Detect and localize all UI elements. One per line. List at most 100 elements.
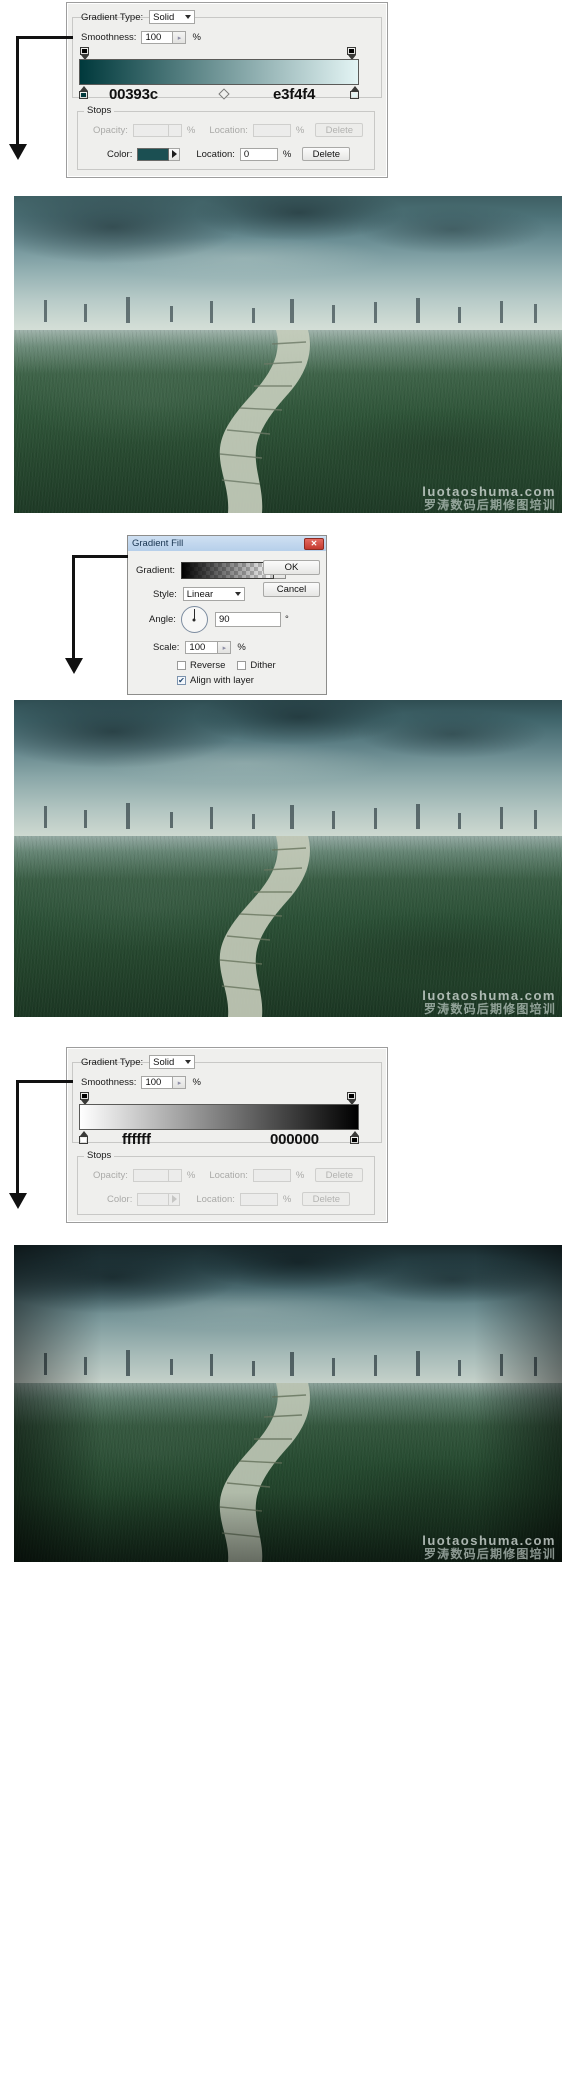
triangle-right-icon — [171, 150, 177, 158]
smoothness-percent: % — [192, 32, 201, 43]
location-label-2: Location: — [196, 148, 235, 160]
annotation-arrow-2 — [65, 555, 132, 695]
arrow-head-down-icon — [9, 144, 27, 160]
gf-style-select[interactable]: Linear — [182, 587, 245, 601]
photo-distant-posts — [14, 292, 562, 334]
annotation-arrow-1 — [9, 36, 76, 176]
color-stop-head — [350, 1136, 359, 1144]
smoothness-input[interactable]: 100 — [141, 1076, 174, 1089]
color-label: Color: — [107, 1193, 133, 1205]
annotation-arrow-3 — [9, 1080, 76, 1225]
arrow-segment-vertical — [16, 36, 19, 146]
color-stop-chip — [352, 1138, 357, 1142]
delete-color-stop-button[interactable]: Delete — [302, 147, 351, 161]
gradient-type-value: Solid — [153, 1056, 175, 1068]
opacity-row: Opacity: % Location: % Delete — [93, 1168, 364, 1182]
location-label-2: Location: — [196, 1193, 235, 1205]
gradient-editor-panel-2: Gradient Type: Solid Smoothness: 100 ▸ % — [66, 1047, 388, 1223]
watermark-cn: 罗涛数码后期修图培训 — [423, 498, 556, 512]
stops-group-title: Stops — [84, 1150, 115, 1161]
opacity-stop-head — [80, 1092, 89, 1100]
location-percent-1: % — [295, 1169, 305, 1181]
cancel-button[interactable]: Cancel — [263, 582, 320, 597]
opacity-label: Opacity: — [93, 1169, 128, 1181]
dither-label: Dither — [250, 660, 276, 671]
color-dropdown-button[interactable] — [169, 147, 181, 161]
color-dropdown-button — [169, 1192, 181, 1206]
watermark-en: luotaoshuma.com — [422, 988, 556, 1003]
location-input-1 — [252, 123, 291, 137]
watermark-en: luotaoshuma.com — [422, 1533, 556, 1548]
color-stop-chip — [81, 93, 86, 97]
gradient-type-row: Gradient Type: Solid — [81, 1055, 196, 1069]
smoothness-label: Smoothness: — [81, 1077, 137, 1088]
opacity-stop-chip — [82, 49, 87, 53]
color-row: Color: Location: % Delete — [107, 1192, 351, 1206]
gradient-preview-bar[interactable] — [79, 1104, 359, 1130]
opacity-stepper — [168, 123, 182, 137]
gradient-type-group-body — [72, 1062, 382, 1143]
gf-scale-stepper[interactable]: ▸ — [218, 641, 232, 654]
arrow-segment-horizontal — [72, 555, 128, 558]
opacity-stop-left[interactable] — [80, 1092, 89, 1105]
color-stop-head — [79, 91, 88, 99]
gf-scale-label: Scale: — [153, 642, 180, 653]
color-stop-left[interactable] — [79, 1131, 88, 1144]
location-percent-1: % — [295, 124, 305, 136]
opacity-stop-left[interactable] — [80, 47, 89, 60]
location-input-2[interactable]: 0 — [239, 147, 278, 161]
opacity-label: Opacity: — [93, 124, 128, 136]
opacity-stop-right[interactable] — [347, 47, 356, 60]
opacity-stop-right[interactable] — [347, 1092, 356, 1105]
opacity-percent: % — [186, 124, 196, 136]
angle-dial[interactable] — [180, 606, 208, 633]
gf-scale-percent: % — [237, 642, 246, 653]
color-stop-left[interactable] — [79, 86, 88, 99]
gradient-preview-bar[interactable] — [79, 59, 359, 85]
opacity-stop-chip — [349, 49, 354, 53]
photo-distant-posts — [14, 798, 562, 840]
gradient-type-select[interactable]: Solid — [149, 1055, 196, 1069]
left-hex-label: ffffff — [122, 1131, 151, 1148]
result-photo-1: luotaoshuma.com 罗涛数码后期修图培训 — [14, 196, 562, 513]
dialog-title-bar[interactable]: Gradient Fill ✕ — [128, 536, 326, 551]
watermark-cn: 罗涛数码后期修图培训 — [423, 1002, 556, 1016]
opacity-stepper — [168, 1168, 182, 1182]
color-swatch[interactable] — [137, 147, 170, 161]
close-icon[interactable]: ✕ — [304, 537, 324, 550]
gf-angle-label: Angle: — [149, 614, 176, 625]
location-value-2: 0 — [243, 148, 250, 160]
location-label-1: Location: — [209, 1169, 248, 1181]
color-stop-right[interactable] — [350, 1131, 359, 1144]
opacity-row: Opacity: % Location: % Delete — [93, 123, 364, 137]
right-hex-label: 000000 — [270, 1131, 319, 1148]
gf-gradient-preview[interactable] — [181, 562, 275, 579]
gf-scale-value: 100 — [189, 642, 206, 653]
triangle-right-icon — [171, 1195, 177, 1203]
color-stop-right[interactable] — [350, 86, 359, 99]
smoothness-input[interactable]: 100 — [141, 31, 174, 44]
smoothness-stepper[interactable]: ▸ — [173, 1076, 187, 1089]
watermark: luotaoshuma.com 罗涛数码后期修图培训 — [422, 989, 556, 1015]
dither-checkbox[interactable] — [237, 661, 247, 670]
arrow-head-down-icon — [65, 658, 83, 674]
gradient-type-row: Gradient Type: Solid — [81, 10, 196, 24]
delete-opacity-stop-button: Delete — [315, 123, 364, 137]
ok-button[interactable]: OK — [263, 560, 320, 575]
gf-scale-input[interactable]: 100 — [185, 641, 219, 654]
smoothness-stepper[interactable]: ▸ — [173, 31, 187, 44]
gradient-type-label: Gradient Type: — [81, 1056, 144, 1068]
posts-shape — [44, 803, 537, 829]
gf-angle-input[interactable]: 90 — [214, 612, 281, 627]
gradient-type-select[interactable]: Solid — [149, 10, 196, 24]
align-with-layer-checkbox[interactable]: ✔ — [177, 676, 186, 685]
result-photo-2: luotaoshuma.com 罗涛数码后期修图培训 — [14, 700, 562, 1017]
stops-group-title: Stops — [84, 105, 115, 116]
gf-angle-row: Angle: 90 ° — [149, 606, 289, 633]
arrow-segment-vertical — [16, 1080, 19, 1195]
smoothness-row: Smoothness: 100 ▸ % — [81, 1076, 201, 1089]
dial-hub — [192, 618, 196, 621]
reverse-checkbox[interactable] — [177, 661, 186, 670]
smoothness-row: Smoothness: 100 ▸ % — [81, 31, 201, 44]
smoothness-label: Smoothness: — [81, 32, 137, 43]
